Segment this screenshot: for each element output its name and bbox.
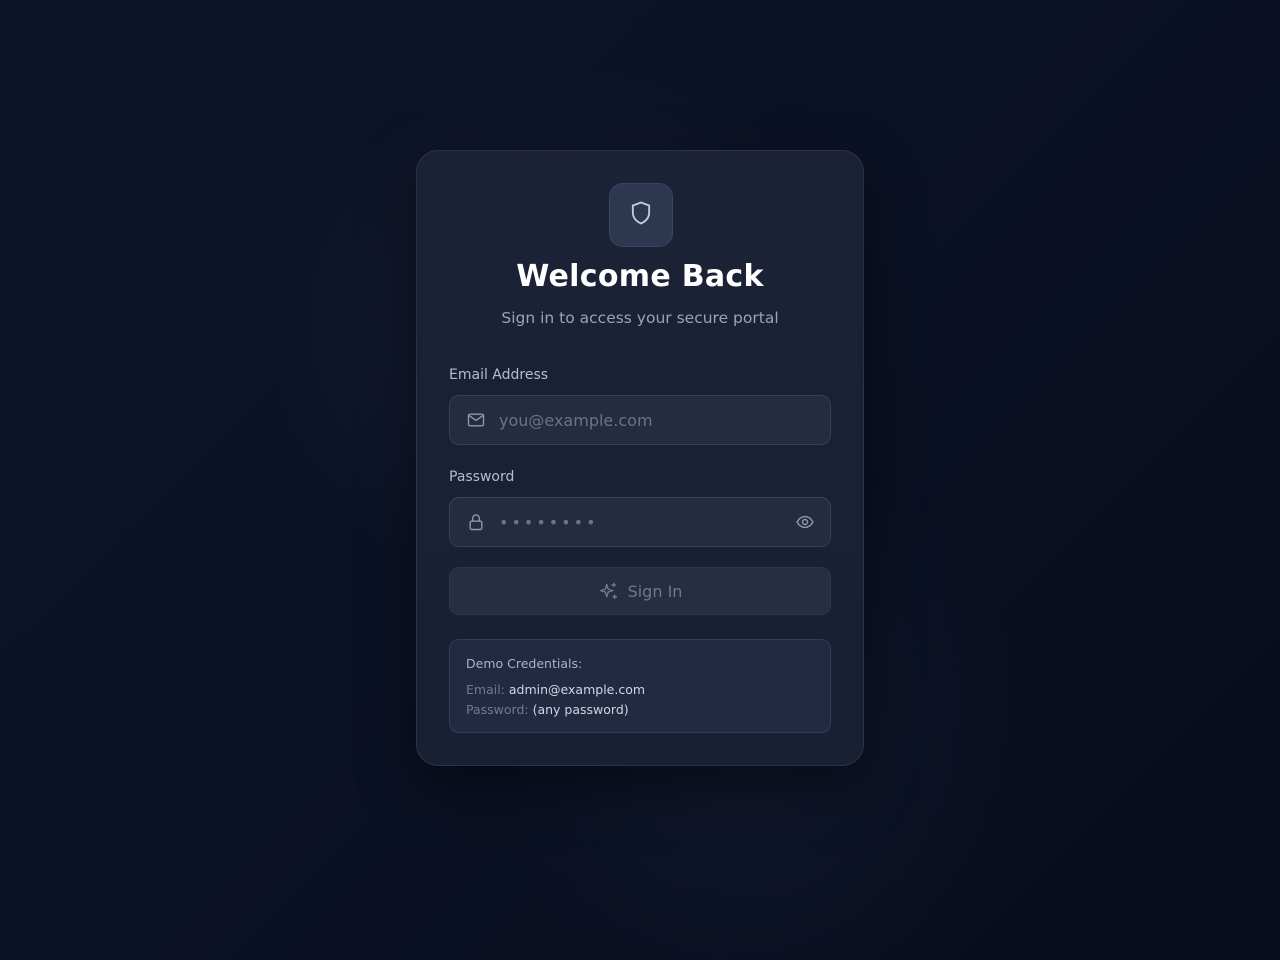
demo-credentials-box: Demo Credentials: Email: admin@example.c…	[449, 639, 831, 733]
password-field-container	[449, 497, 831, 547]
page-title: Welcome Back	[516, 259, 764, 294]
sign-in-button[interactable]: Sign In	[449, 567, 831, 615]
demo-email-row: Email: admin@example.com	[466, 680, 814, 700]
password-label: Password	[449, 469, 515, 485]
demo-password-key: Password:	[466, 702, 529, 717]
logo-badge	[609, 183, 673, 247]
lock-icon	[465, 511, 487, 533]
email-label: Email Address	[449, 367, 549, 383]
sparkles-icon	[598, 580, 620, 602]
demo-credentials-heading: Demo Credentials:	[466, 656, 583, 671]
demo-email-key: Email:	[466, 682, 505, 697]
demo-password-value: (any password)	[532, 702, 629, 717]
password-input[interactable]	[499, 498, 794, 546]
mail-icon	[465, 409, 487, 431]
demo-email-value: admin@example.com	[508, 682, 646, 697]
login-card: Welcome Back Sign in to access your secu…	[416, 150, 864, 766]
page-subtitle: Sign in to access your secure portal	[501, 309, 779, 327]
eye-icon[interactable]	[794, 511, 816, 533]
email-input[interactable]	[499, 396, 830, 444]
demo-password-row: Password: (any password)	[466, 700, 814, 720]
email-field-container	[449, 395, 831, 445]
sign-in-label: Sign In	[627, 581, 683, 601]
shield-icon	[627, 199, 655, 231]
